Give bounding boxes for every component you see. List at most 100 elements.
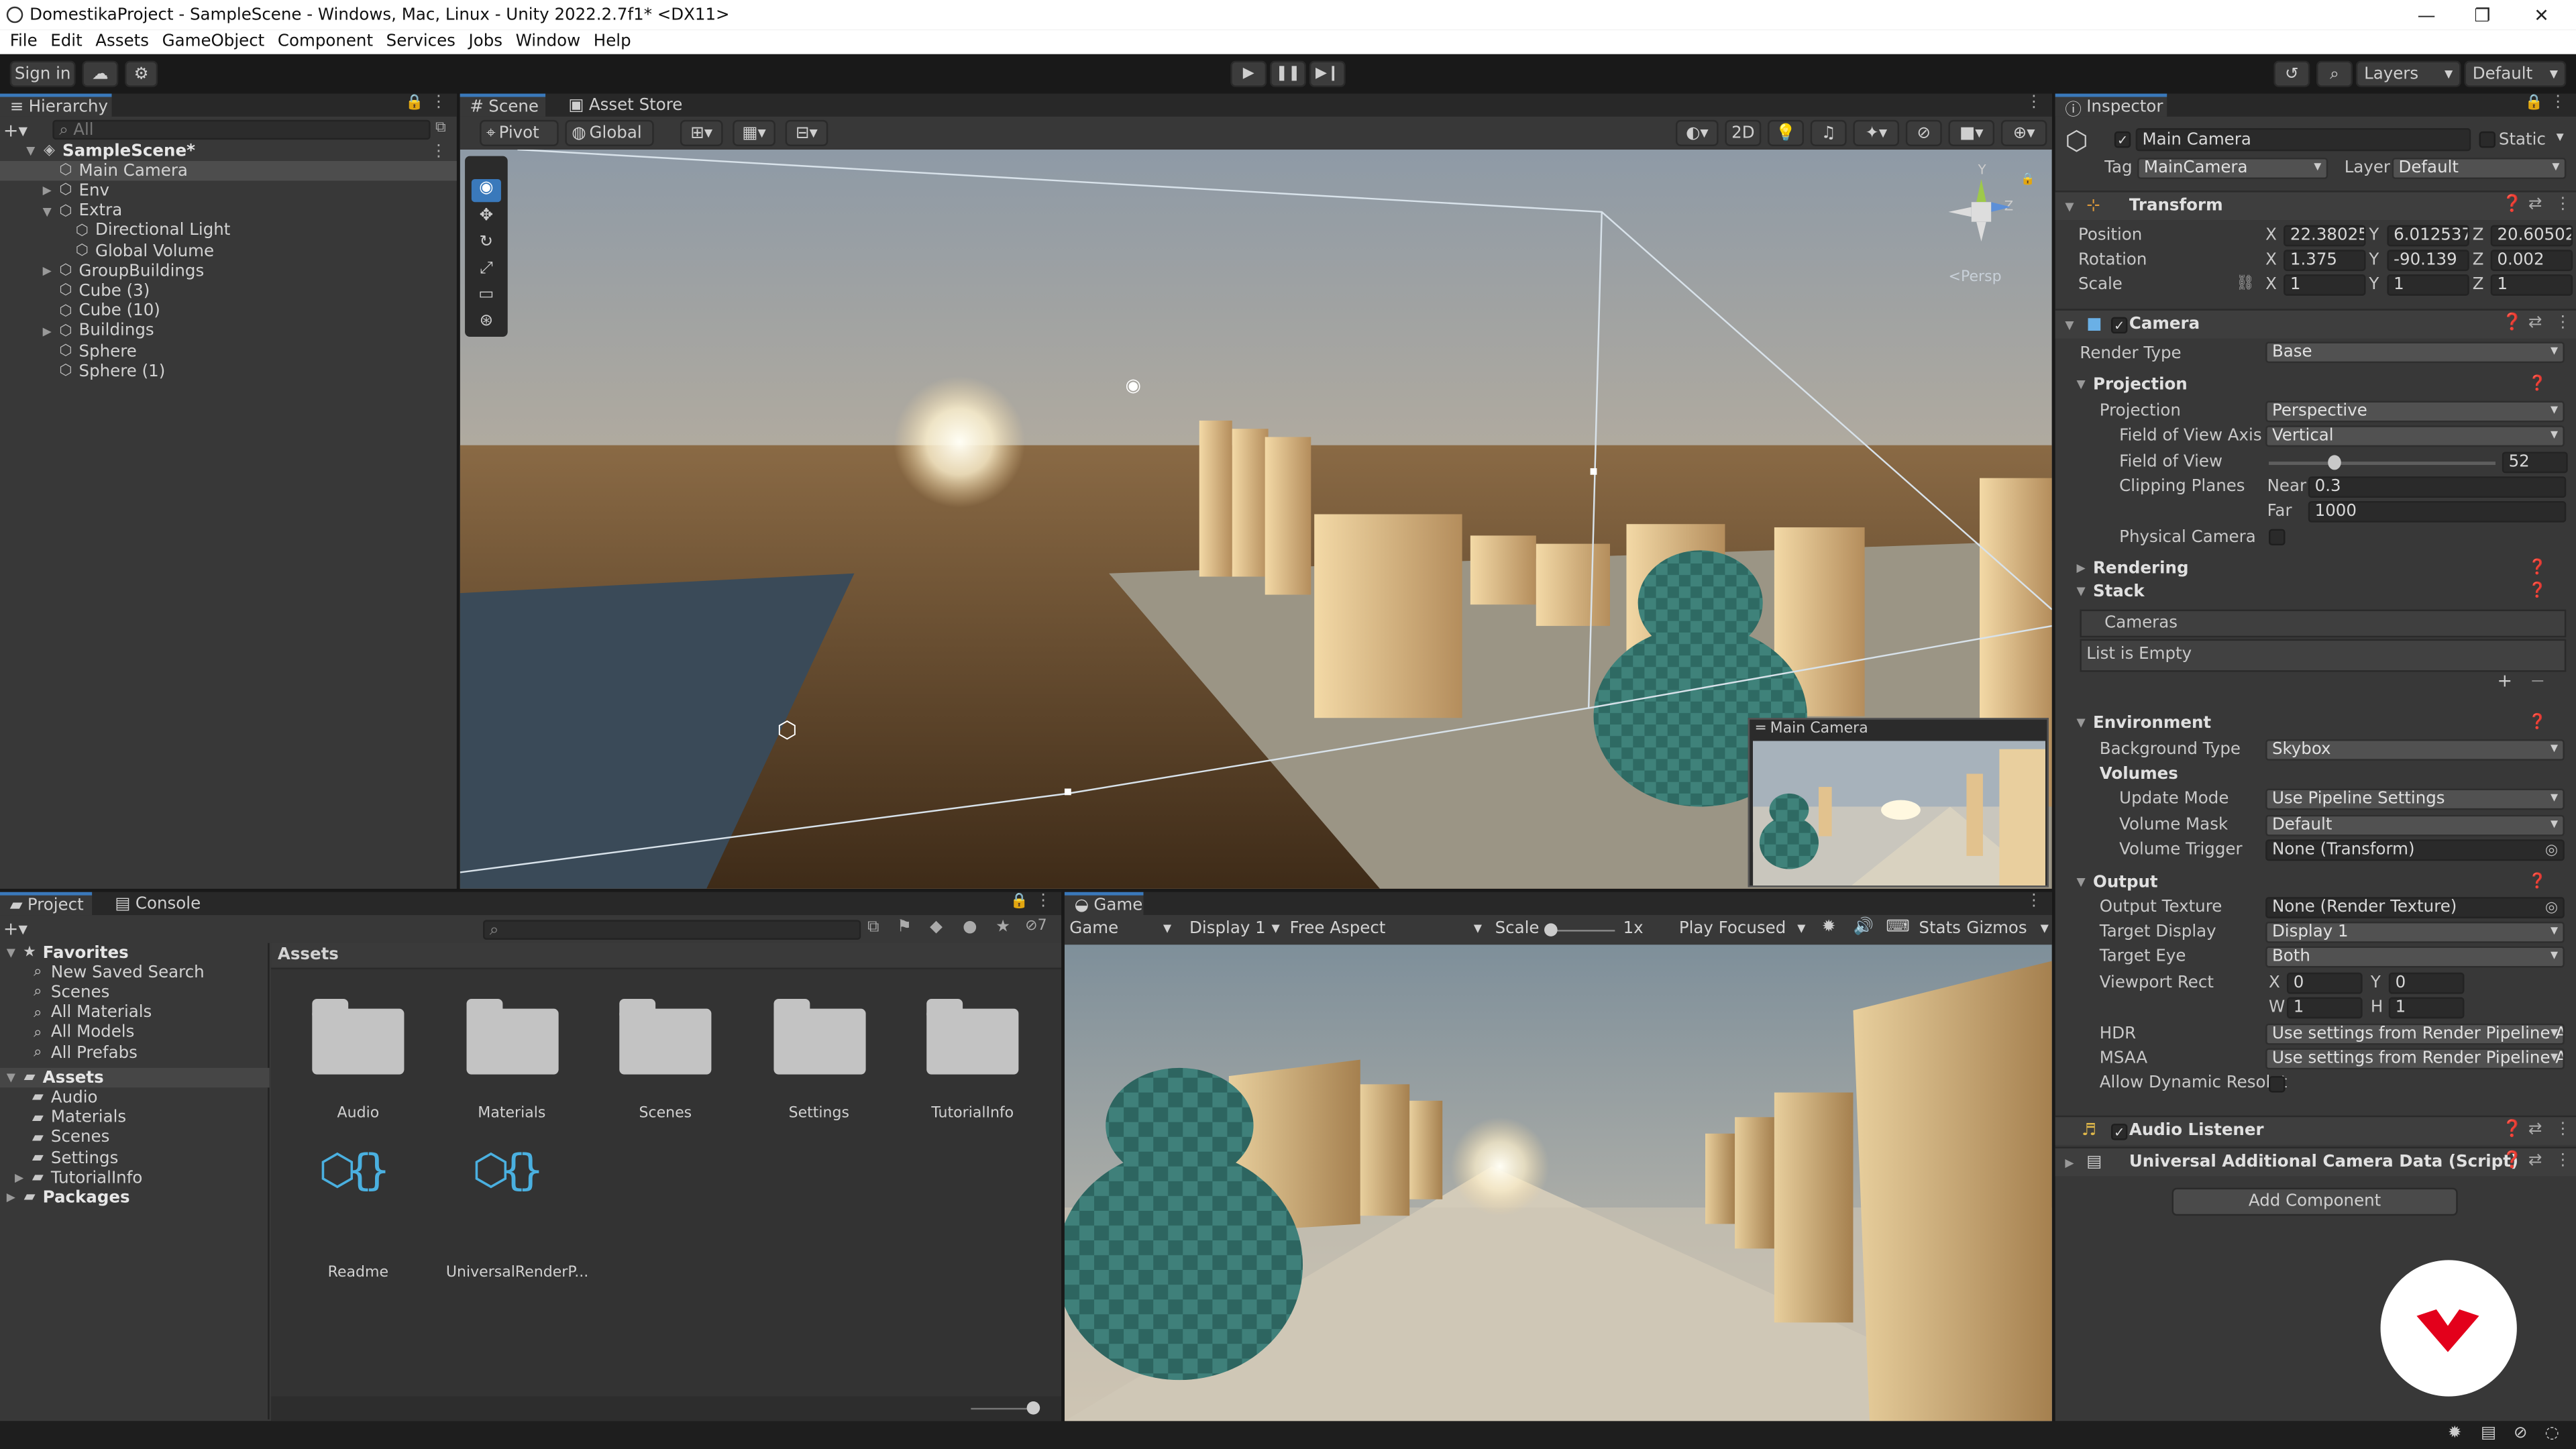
add-object-button[interactable]: +▾	[3, 120, 46, 142]
search-icon[interactable]: ⌕	[2316, 60, 2353, 87]
hierarchy-item[interactable]: ⬡ Sphere	[0, 341, 457, 361]
hierarchy-item[interactable]: ▼ ◈ SampleScene* ⋮	[0, 142, 457, 161]
tab-hierarchy[interactable]: ≡ Hierarchy	[0, 93, 112, 117]
hierarchy-item[interactable]: ⬡ Sphere (1)	[0, 362, 457, 381]
layers-dropdown[interactable]: Layers ▾	[2355, 60, 2461, 87]
layout-dropdown[interactable]: Default ▾	[2464, 60, 2567, 87]
kebab-menu-icon[interactable]: ⋮	[2026, 94, 2042, 112]
help-icon[interactable]: ❓	[2528, 714, 2546, 731]
position-x-field[interactable]: 22.38025	[2284, 225, 2366, 247]
menu-gameobject[interactable]: GameObject	[156, 33, 271, 51]
asset-item[interactable]: Settings	[753, 996, 885, 1127]
preset-icon[interactable]: ⇄	[2528, 1152, 2542, 1170]
project-tree-item[interactable]: ▶ ▰ Packages	[0, 1189, 270, 1208]
gizmos-dropdown[interactable]: Gizmos ▾	[1966, 920, 2049, 938]
play-button[interactable]: ▶	[1230, 60, 1267, 87]
camera-settings-icon[interactable]: ■▾	[1948, 119, 1995, 146]
hidden-packages-icon[interactable]: ⊘7	[1025, 918, 1047, 934]
gizmos-toggle-icon[interactable]: ⊕▾	[2000, 119, 2047, 146]
display-dropdown[interactable]: Display 1 ▾	[1189, 920, 1281, 938]
menu-file[interactable]: File	[3, 33, 44, 51]
step-button[interactable]: ▶❙	[1309, 60, 1346, 87]
kebab-menu-icon[interactable]: ⋮	[2026, 892, 2042, 910]
scale-tool-icon[interactable]: ⤢	[472, 260, 501, 282]
volume-mask-dropdown[interactable]: Default	[2265, 814, 2565, 837]
position-y-field[interactable]: 6.012537	[2387, 225, 2469, 247]
help-icon[interactable]: ❓	[2502, 1120, 2522, 1138]
frame-debugger-icon[interactable]: ✹	[1822, 918, 1836, 936]
collab-icon[interactable]: ⚙	[125, 60, 158, 87]
increment-snap-icon[interactable]: ⊟▾	[785, 119, 828, 146]
tab-game[interactable]: ◒ Game	[1064, 892, 1144, 916]
stack-section[interactable]: ▼ Stack ❓	[2077, 583, 2567, 604]
menu-services[interactable]: Services	[380, 33, 462, 51]
hierarchy-item[interactable]: ⬡ Cube (10)	[0, 302, 457, 321]
cache-icon[interactable]: ▤	[2481, 1424, 2496, 1442]
view-tool-icon[interactable]: ◉	[471, 178, 501, 203]
component-menu-icon[interactable]: ⋮	[2555, 1152, 2571, 1170]
history-icon[interactable]: ↺	[2273, 60, 2310, 87]
project-tree-item[interactable]: ▰ Scenes	[0, 1128, 270, 1148]
static-checkbox[interactable]	[2479, 131, 2496, 148]
viewport-w-field[interactable]: 1	[2286, 997, 2363, 1019]
output-texture-field[interactable]: None (Render Texture) ◎	[2265, 897, 2565, 918]
lock-icon[interactable]: 🔒	[2021, 172, 2035, 186]
project-tree-item[interactable]: ⌕ New Saved Search	[0, 963, 270, 983]
foldout-arrow-icon[interactable]: ▶	[15, 1172, 30, 1185]
close-icon[interactable]: ✕	[2514, 0, 2569, 30]
asset-item[interactable]: Audio	[292, 996, 424, 1127]
foldout-arrow-icon[interactable]: ▶	[43, 325, 58, 338]
transform-header[interactable]: ▼ ⊹ Transform ❓ ⇄ ⋮	[2055, 191, 2576, 221]
hierarchy-item[interactable]: ▶ ⬡ Env	[0, 181, 457, 201]
project-tree-item[interactable]: ▶ ▰ TutorialInfo	[0, 1169, 270, 1188]
output-section[interactable]: ▼ Output ❓	[2077, 874, 2567, 896]
foldout-arrow-icon[interactable]: ▶	[7, 1191, 21, 1205]
object-name-field[interactable]: Main Camera	[2135, 128, 2471, 152]
project-tree-item[interactable]: ⌕ All Materials	[0, 1003, 270, 1022]
msaa-dropdown[interactable]: Use settings from Render Pipeline Ass	[2265, 1048, 2565, 1070]
project-tree-item[interactable]: ▼ ▰ Assets	[0, 1068, 270, 1088]
foldout-arrow-icon[interactable]: ▼	[26, 145, 41, 158]
asset-item[interactable]: ⬡{} UniversalRenderP...	[446, 1146, 588, 1281]
object-picker-icon[interactable]: ◎	[2545, 842, 2558, 858]
tag-icon[interactable]: ◆	[930, 918, 943, 936]
cloud-icon[interactable]: ☁	[82, 60, 119, 87]
kebab-menu-icon[interactable]: ⋮	[2550, 94, 2566, 112]
hierarchy-item[interactable]: ▼ ⬡ Extra	[0, 201, 457, 221]
fov-axis-dropdown[interactable]: Vertical	[2265, 425, 2565, 447]
link-scale-icon[interactable]: ⛓	[2236, 276, 2255, 292]
component-menu-icon[interactable]: ⋮	[2555, 195, 2571, 213]
help-icon[interactable]: ❓	[2528, 583, 2546, 599]
favorite-star-icon[interactable]: ★	[996, 918, 1010, 936]
project-tree-item[interactable]: ⌕ Scenes	[0, 983, 270, 1002]
position-z-field[interactable]: 20.60502	[2490, 225, 2573, 247]
menu-edit[interactable]: Edit	[44, 33, 89, 51]
kebab-menu-icon[interactable]: ⋮	[1035, 892, 1051, 910]
tab-asset-store[interactable]: ▣ Asset Store	[559, 94, 692, 117]
camera-header[interactable]: ▼ ■ ✓ Camera ❓ ⇄ ⋮	[2055, 309, 2576, 339]
keyboard-icon[interactable]: ⌨	[1886, 918, 1909, 936]
create-asset-button[interactable]: +▾	[3, 918, 28, 940]
foldout-arrow-icon[interactable]: ▼	[7, 1071, 21, 1085]
mode-2d-button[interactable]: 2D	[1725, 119, 1762, 146]
layer-dropdown[interactable]: Default	[2392, 158, 2567, 179]
search-by-type-icon[interactable]: ⧉	[867, 918, 879, 936]
viewport-h-field[interactable]: 1	[2388, 997, 2465, 1019]
menu-help[interactable]: Help	[587, 33, 637, 51]
audio-toggle-icon[interactable]: ♫	[1810, 119, 1847, 146]
hidden-objects-icon[interactable]: ⊘	[1905, 119, 1942, 146]
lighting-icon[interactable]: 💡	[1768, 119, 1804, 146]
target-display-dropdown[interactable]: Display 1	[2265, 921, 2565, 943]
help-icon[interactable]: ❓	[2528, 376, 2546, 392]
game-mode-dropdown[interactable]: Game ▾	[1069, 920, 1175, 938]
camera-enabled-checkbox[interactable]: ✓	[2110, 317, 2128, 334]
search-by-label-icon[interactable]: ⚑	[897, 918, 912, 936]
tag-dropdown[interactable]: MainCamera	[2137, 158, 2328, 179]
global-dropdown[interactable]: ◍ Global	[565, 119, 654, 146]
sign-in-button[interactable]: Sign in	[9, 60, 76, 87]
viewport-y-field[interactable]: 0	[2388, 972, 2465, 994]
audio-listener-header[interactable]: ♬ ✓ Audio Listener ❓ ⇄ ⋮	[2055, 1115, 2576, 1145]
kebab-menu-icon[interactable]: ⋮	[431, 94, 447, 112]
volume-trigger-field[interactable]: None (Transform) ◎	[2265, 839, 2565, 861]
fov-field[interactable]: 52	[2502, 451, 2568, 474]
